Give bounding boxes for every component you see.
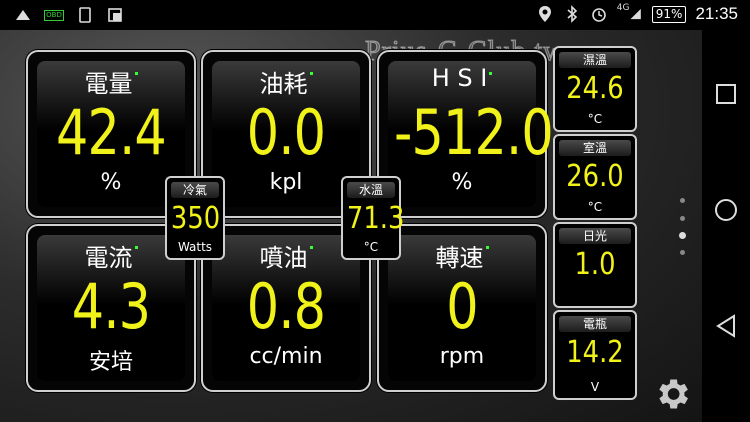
- panel-unit: %: [451, 170, 473, 195]
- gauge-humidity-temp[interactable]: 濕溫 24.6 °C: [553, 46, 637, 132]
- gauge-room-temp[interactable]: 室溫 26.0 °C: [553, 134, 637, 220]
- panel-value: -512.0: [393, 96, 554, 169]
- gauge-value: 1.0: [574, 247, 616, 282]
- obd-label: OBD: [44, 9, 64, 21]
- home-icon: [715, 199, 737, 221]
- panel-label: 油耗: [203, 64, 369, 99]
- panel-value: 0.8: [246, 270, 326, 343]
- app-icon: [14, 6, 32, 24]
- gauge-label: 電瓶: [559, 316, 631, 332]
- status-bar: OBD 4G 91% 21:35: [0, 0, 750, 30]
- panel-label: 轉速: [379, 238, 545, 273]
- signal-icon: 4G: [616, 3, 643, 23]
- gauge-water-temp[interactable]: 水溫 71.3 °C: [341, 176, 405, 260]
- panel-rpm[interactable]: 轉速 0 rpm: [377, 224, 547, 392]
- page-dot[interactable]: [680, 198, 685, 203]
- panel-unit: 安培: [88, 350, 133, 375]
- panel-value: 0.0: [246, 96, 326, 169]
- gauge-label: 冷氣: [171, 182, 219, 198]
- gauge-label: 日光: [559, 228, 631, 244]
- gauge-unit: °C: [363, 240, 379, 254]
- panel-value: 4.3: [71, 270, 151, 343]
- gauge-unit: °C: [587, 112, 603, 126]
- dashboard: Prius-C-Club.tw 電量 42.4 % 油耗 0.0 kpl H S…: [0, 30, 702, 422]
- clock: 21:35: [695, 4, 738, 23]
- panel-label-text: 電流: [84, 244, 133, 272]
- obd-icon: OBD: [44, 6, 64, 24]
- recents-icon: [716, 84, 736, 104]
- gauge-value: 14.2: [566, 335, 624, 370]
- panel-unit: cc/min: [249, 344, 323, 369]
- panel-label-text: H S I: [431, 64, 488, 92]
- panel-value: 42.4: [56, 96, 167, 169]
- screenshot-icon: [106, 6, 124, 24]
- panel-hsi[interactable]: H S I -512.0 %: [377, 50, 554, 218]
- gauge-battery-voltage[interactable]: 電瓶 14.2 V: [553, 310, 637, 400]
- gauge-label: 室溫: [559, 140, 631, 156]
- network-type: 4G: [616, 3, 630, 13]
- gauge-value: 26.0: [566, 159, 624, 194]
- gauge-label: 水溫: [347, 182, 395, 198]
- gauge-ac-power[interactable]: 冷氣 350 Watts: [165, 176, 225, 260]
- gauge-sunlight[interactable]: 日光 1.0: [553, 222, 637, 308]
- gauge-value: 350: [170, 201, 221, 236]
- gauge-unit: Watts: [177, 240, 213, 254]
- back-icon: [716, 314, 735, 338]
- panel-label-text: 轉速: [435, 244, 484, 272]
- recents-button[interactable]: [712, 80, 740, 108]
- battery-indicator: 91%: [651, 5, 687, 23]
- panel-label: 電量: [28, 64, 194, 99]
- gauge-value: 24.6: [566, 71, 624, 106]
- panel-label: H S I: [379, 64, 545, 92]
- page-dot-active[interactable]: [679, 232, 686, 239]
- back-button[interactable]: [712, 312, 740, 340]
- alarm-icon: [590, 5, 608, 23]
- bluetooth-icon: [563, 5, 581, 23]
- gauge-unit: °C: [587, 200, 603, 214]
- gauge-value: 71.3: [346, 201, 405, 236]
- tablet-icon: [76, 6, 94, 24]
- panel-label-text: 噴油: [259, 244, 308, 272]
- settings-gear-icon[interactable]: [652, 374, 692, 414]
- gauge-unit: V: [590, 380, 600, 394]
- location-icon: [536, 5, 554, 23]
- panel-value: 0: [446, 270, 478, 343]
- home-button[interactable]: [712, 196, 740, 224]
- panel-unit: rpm: [439, 344, 485, 369]
- page-dot[interactable]: [680, 216, 685, 221]
- page-dot[interactable]: [680, 250, 685, 255]
- gauge-label: 濕溫: [559, 52, 631, 68]
- panel-label-text: 油耗: [259, 70, 308, 98]
- navigation-bar: [702, 30, 750, 422]
- panel-label-text: 電量: [84, 70, 133, 98]
